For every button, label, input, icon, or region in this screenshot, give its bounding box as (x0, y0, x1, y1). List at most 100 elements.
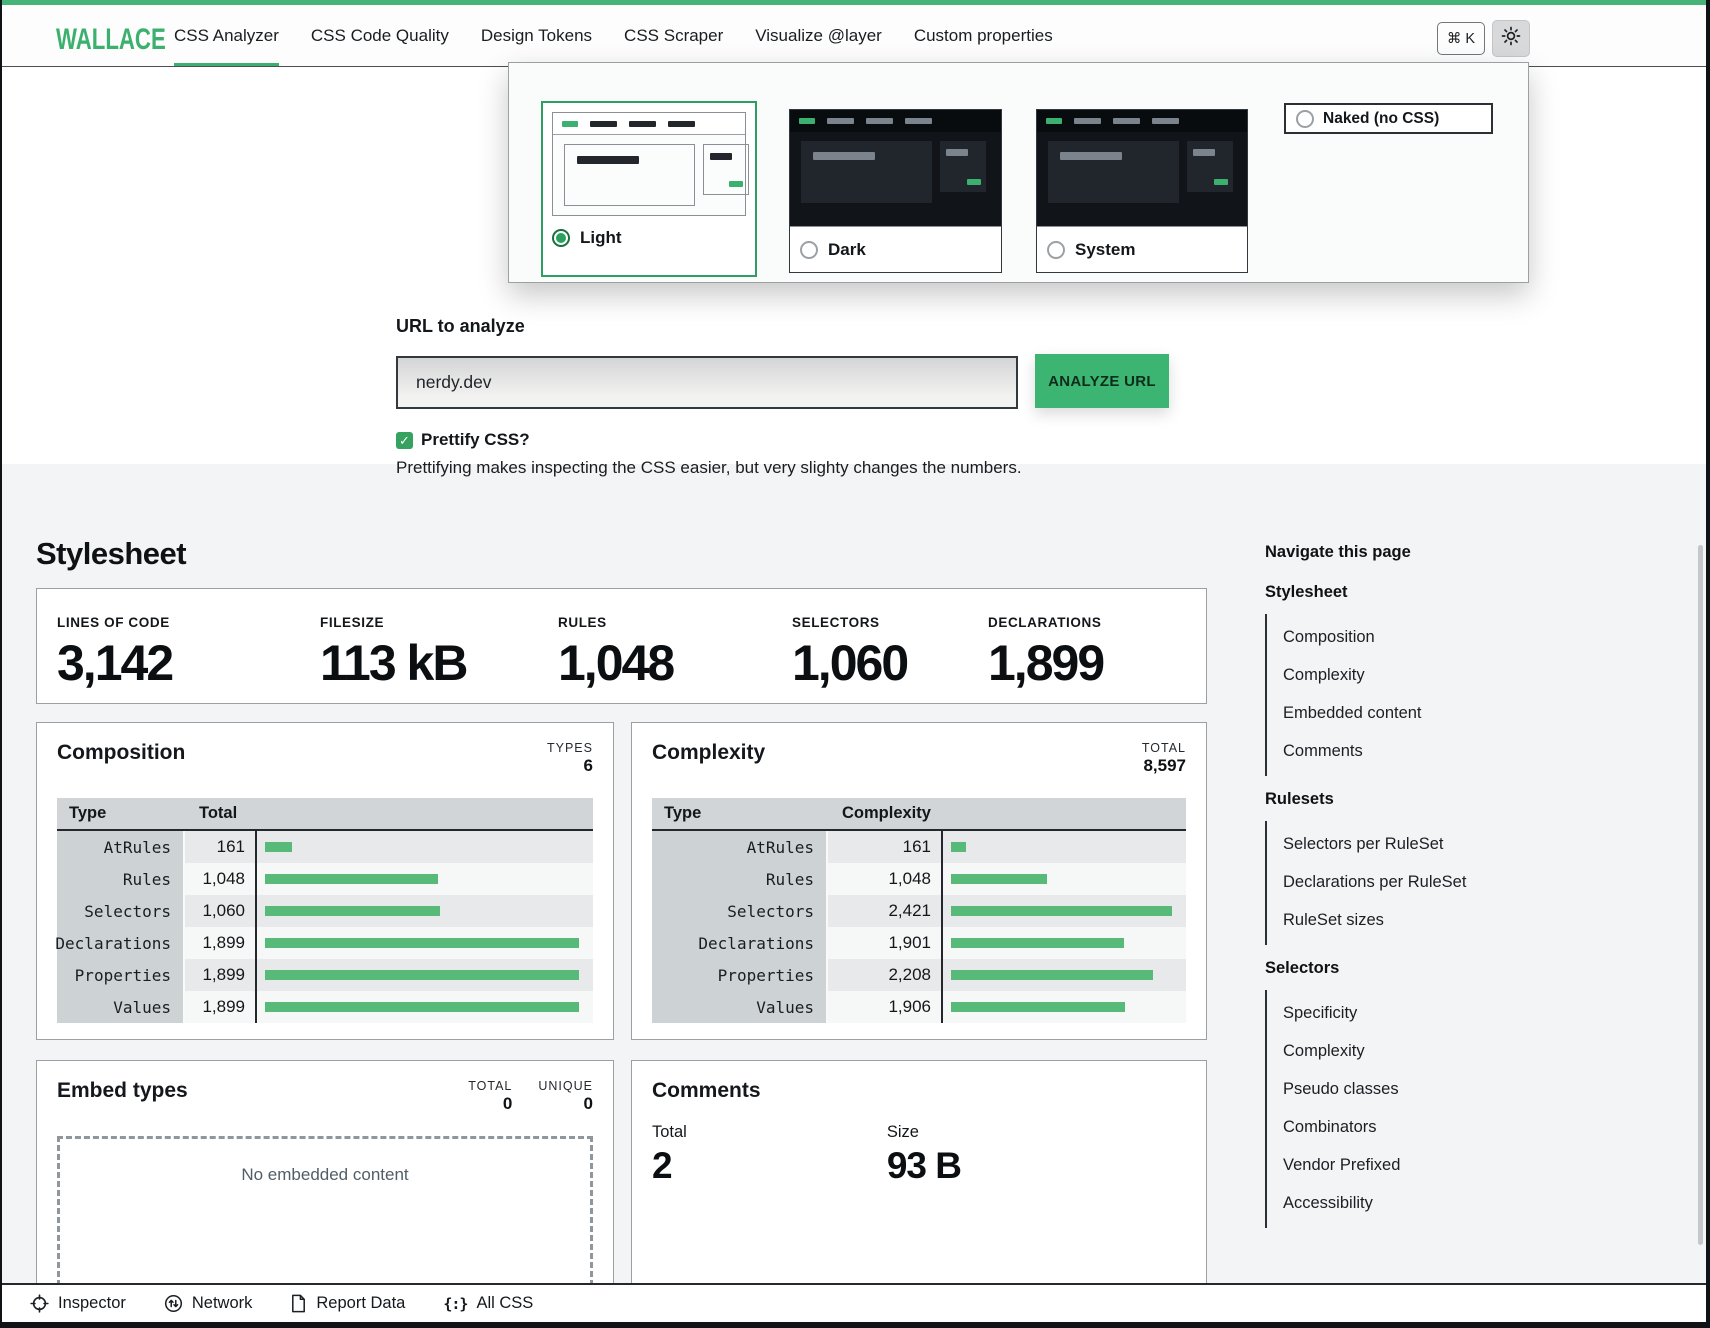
meta-label: UNIQUE (538, 1079, 593, 1093)
row-type: AtRules (57, 831, 185, 863)
empty-embed-message: No embedded content (57, 1136, 593, 1286)
nav-list-rulesets: Selectors per RuleSetDeclarations per Ru… (1265, 821, 1525, 945)
row-value: 1,899 (185, 991, 257, 1023)
page-nav-link[interactable]: Accessibility (1283, 1184, 1525, 1222)
value-bar (951, 874, 1047, 884)
comments-total-label: Total (652, 1123, 687, 1142)
page-nav-link[interactable]: Composition (1283, 618, 1525, 656)
page-nav-title: Navigate this page (1265, 543, 1525, 562)
nav-item-label: Custom properties (914, 26, 1053, 46)
page-nav-link[interactable]: Selectors per RuleSet (1283, 825, 1525, 863)
page-nav-link[interactable]: Comments (1283, 732, 1525, 770)
radio-system[interactable] (1047, 241, 1065, 259)
page-nav-link[interactable]: Combinators (1283, 1108, 1525, 1146)
tab-label: Inspector (58, 1294, 126, 1313)
column-header-type: Type (57, 804, 187, 823)
complexity-panel: Complexity TOTAL 8,597 Type Complexity A… (631, 722, 1207, 1040)
page-nav-link[interactable]: RuleSet sizes (1283, 901, 1525, 939)
table-row: AtRules 161 (57, 831, 593, 863)
stat-label: LINES OF CODE (57, 615, 300, 630)
page-nav-link[interactable]: Vendor Prefixed (1283, 1146, 1525, 1184)
value-bar (265, 906, 440, 916)
row-type: Values (57, 991, 185, 1023)
wallace-logo[interactable]: WALLACE (56, 23, 166, 57)
stat-card: DECLARATIONS 1,899 (968, 589, 1103, 703)
page-nav-link[interactable]: Specificity (1283, 994, 1525, 1032)
nav-section-rulesets: Rulesets (1265, 790, 1525, 809)
comments-size-label: Size (887, 1123, 961, 1142)
analyze-url-button[interactable]: ANALYZE URL (1035, 354, 1169, 408)
nav-item[interactable]: CSS Code Quality (311, 5, 449, 66)
composition-table: Type Total AtRules 161 Rules 1,048 Selec… (57, 798, 593, 1023)
nav-item[interactable]: Custom properties (914, 5, 1053, 66)
value-bar (951, 1002, 1125, 1012)
row-type: Selectors (652, 895, 828, 927)
radio-naked[interactable] (1296, 110, 1314, 128)
row-type: Rules (57, 863, 185, 895)
theme-option-system[interactable]: System (1036, 109, 1248, 273)
complexity-table: Type Complexity AtRules 161 Rules 1,048 … (652, 798, 1186, 1023)
prettify-label: Prettify CSS? (421, 430, 530, 450)
nav-item[interactable]: Visualize @layer (755, 5, 882, 66)
table-row: Values 1,899 (57, 991, 593, 1023)
theme-picker-dropdown: Light Dark System Nak (508, 62, 1529, 283)
prettify-checkbox[interactable]: ✓ (396, 432, 413, 449)
theme-option-naked[interactable]: Naked (no CSS) (1284, 103, 1493, 134)
nav-item[interactable]: CSS Scraper (624, 5, 723, 66)
page-nav-link[interactable]: Embedded content (1283, 694, 1525, 732)
theme-toggle-button[interactable] (1492, 20, 1530, 57)
theme-option-dark[interactable]: Dark (789, 109, 1002, 273)
value-bar (265, 1002, 579, 1012)
scrollbar-thumb[interactable] (1698, 545, 1703, 1245)
page-nav-link[interactable]: Pseudo classes (1283, 1070, 1525, 1108)
nav-item-label: CSS Analyzer (174, 26, 279, 46)
table-row: Declarations 1,899 (57, 927, 593, 959)
radio-light[interactable] (552, 229, 570, 247)
navbar: WALLACE CSS Analyzer CSS Code Quality De… (0, 5, 1710, 67)
inspector-tab[interactable]: Inspector (30, 1294, 126, 1313)
stat-label: FILESIZE (320, 615, 538, 630)
stat-card: RULES 1,048 (538, 589, 772, 703)
meta-value: 0 (468, 1094, 512, 1114)
table-row: Declarations 1,901 (652, 927, 1186, 959)
url-input[interactable] (396, 356, 1018, 409)
nav-item[interactable]: Design Tokens (481, 5, 592, 66)
row-value: 1,048 (828, 863, 943, 895)
stat-value: 1,048 (558, 634, 772, 692)
theme-option-light[interactable]: Light (541, 101, 757, 277)
stylesheet-stats: LINES OF CODE 3,142 FILESIZE 113 kB RULE… (36, 588, 1207, 704)
row-value: 161 (185, 831, 257, 863)
row-value: 1,899 (185, 927, 257, 959)
tab-label: All CSS (476, 1294, 533, 1313)
row-value: 1,060 (185, 895, 257, 927)
radio-dark[interactable] (800, 241, 818, 259)
theme-option-label: System (1075, 240, 1135, 260)
table-row: Rules 1,048 (57, 863, 593, 895)
page-nav-link[interactable]: Complexity (1283, 656, 1525, 694)
tab-label: Network (192, 1294, 253, 1313)
stat-card: LINES OF CODE 3,142 (37, 589, 300, 703)
theme-option-label: Naked (no CSS) (1323, 110, 1439, 128)
stat-card: SELECTORS 1,060 (772, 589, 968, 703)
stat-value: 1,060 (792, 634, 968, 692)
table-row: Rules 1,048 (652, 863, 1186, 895)
panel-title: Complexity (652, 741, 765, 776)
network-arrows-icon (164, 1294, 183, 1313)
table-row: AtRules 161 (652, 831, 1186, 863)
crosshair-icon (30, 1294, 49, 1313)
all-css-tab[interactable]: {:} All CSS (443, 1294, 533, 1313)
url-label: URL to analyze (396, 316, 525, 337)
report-data-tab[interactable]: Report Data (290, 1294, 405, 1313)
nav-item[interactable]: CSS Analyzer (174, 5, 279, 66)
dark-theme-preview (790, 110, 1001, 226)
page-nav-link[interactable]: Complexity (1283, 1032, 1525, 1070)
stat-label: SELECTORS (792, 615, 968, 630)
row-type: Values (652, 991, 828, 1023)
page-nav-link[interactable]: Declarations per RuleSet (1283, 863, 1525, 901)
column-header-type: Type (652, 804, 830, 823)
nav-list-stylesheet: CompositionComplexityEmbedded contentCom… (1265, 614, 1525, 776)
row-type: Selectors (57, 895, 185, 927)
keyboard-shortcut-button[interactable]: ⌘ K (1437, 22, 1485, 55)
network-tab[interactable]: Network (164, 1294, 253, 1313)
row-value: 161 (828, 831, 943, 863)
